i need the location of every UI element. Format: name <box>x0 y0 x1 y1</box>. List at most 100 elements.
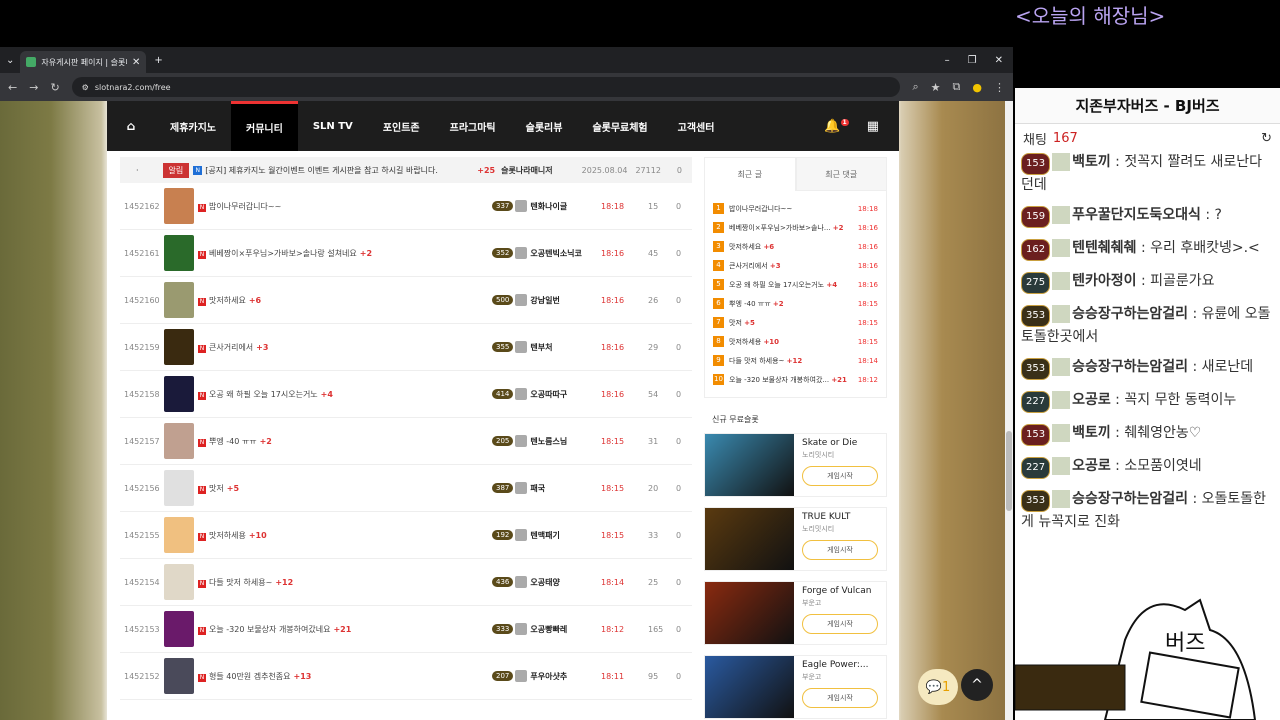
chat-nickname[interactable]: 백토끼 <box>1072 425 1111 441</box>
post-title[interactable]: N 베베짱이×푸우님>가바보>솔나랑 설쳐네요 +2 <box>194 248 484 259</box>
nav-item-partner-casino[interactable]: 제휴카지노 <box>155 101 231 151</box>
game-thumbnail[interactable] <box>705 582 794 644</box>
post-row[interactable]: 1452160 N 맛저하세요 +6 500 강남일번 18:16 26 0 <box>120 277 692 324</box>
post-author[interactable]: 오공텐빅소닉코 <box>530 248 592 259</box>
new-tab-icon[interactable]: + <box>154 55 162 66</box>
close-window-icon[interactable]: ✕ <box>995 55 1003 66</box>
post-thumbnail[interactable] <box>164 470 194 506</box>
forward-icon[interactable]: → <box>29 81 38 94</box>
url-field[interactable]: ⚙ slotnara2.com/free <box>71 77 901 97</box>
game-thumbnail[interactable] <box>705 508 794 570</box>
post-thumbnail[interactable] <box>164 658 194 694</box>
notice-author[interactable]: 슬롯나라매니저 <box>501 165 553 176</box>
reload-icon[interactable]: ↻ <box>50 81 59 94</box>
post-thumbnail[interactable] <box>164 282 194 318</box>
post-author[interactable]: 텐노름스님 <box>530 436 592 447</box>
chat-nickname[interactable]: 승승장구하는암걸리 <box>1072 306 1188 322</box>
post-author[interactable]: 강남일번 <box>530 295 592 306</box>
post-row[interactable]: 1452161 N 베베짱이×푸우님>가바보>솔나랑 설쳐네요 +2 352 오공텐… <box>120 230 692 277</box>
minimize-icon[interactable]: – <box>945 55 950 66</box>
extensions-icon[interactable]: ⧉ <box>953 80 961 94</box>
game-start-button[interactable]: 게임시작 <box>802 466 878 486</box>
game-thumbnail[interactable] <box>705 434 794 496</box>
recent-post-item[interactable]: 9 다들 맛저 하세용~ +12 18:14 <box>713 351 878 370</box>
profile-icon[interactable]: ● <box>972 81 982 94</box>
post-author[interactable]: 푸우아샷추 <box>530 671 592 682</box>
chat-nickname[interactable]: 승승장구하는암걸리 <box>1072 359 1188 375</box>
post-title[interactable]: N 다들 맛저 하세용~ +12 <box>194 577 484 588</box>
grid-menu-icon[interactable]: ▦ <box>867 119 879 134</box>
post-author[interactable]: 텐부처 <box>530 342 592 353</box>
nav-item-point-zone[interactable]: 포인트존 <box>368 101 435 151</box>
nav-item-support[interactable]: 고객센터 <box>663 101 730 151</box>
nav-item-sln-tv[interactable]: SLN TV <box>298 101 368 151</box>
post-title[interactable]: N 형들 40만원 겜추천좀요 +13 <box>194 671 484 682</box>
site-info-icon[interactable]: ⚙ <box>82 83 89 92</box>
game-start-button[interactable]: 게임시작 <box>802 688 878 708</box>
notice-title[interactable]: [공지] 제휴카지노 월간이벤트 이벤트 게시판을 참고 하시길 바랍니다. <box>205 165 473 176</box>
post-row[interactable]: 1452156 N 맛저 +5 387 패국 18:15 20 0 <box>120 465 692 512</box>
bell-icon[interactable]: 🔔 1 <box>824 119 849 134</box>
close-tab-icon[interactable]: ✕ <box>132 57 140 68</box>
post-thumbnail[interactable] <box>164 517 194 553</box>
post-row[interactable]: 1452152 N 형들 40만원 겜추천좀요 +13 207 푸우아샷추 18:1… <box>120 653 692 700</box>
post-thumbnail[interactable] <box>164 235 194 271</box>
zoom-icon[interactable]: ⌕ <box>912 80 918 94</box>
menu-dots-icon[interactable]: ⋮ <box>994 81 1005 94</box>
recent-post-item[interactable]: 4 큰사거리에서 +3 18:16 <box>713 256 878 275</box>
post-title[interactable]: N 맛저하세요 +6 <box>194 295 484 306</box>
post-row[interactable]: 1452157 N 뿌엥 -40 ㅠㅠ +2 205 텐노름스님 18:15 31 … <box>120 418 692 465</box>
recent-post-item[interactable]: 2 베베짱이×푸우님>가바보>솔나... +2 18:16 <box>713 218 878 237</box>
scroll-top-button[interactable]: ^ <box>961 669 993 701</box>
post-thumbnail[interactable] <box>164 329 194 365</box>
post-author[interactable]: 오공따따구 <box>530 389 592 400</box>
post-thumbnail[interactable] <box>164 564 194 600</box>
post-title[interactable]: N 맛저하세용 +10 <box>194 530 484 541</box>
recent-post-item[interactable]: 10 오늘 -320 보물상자 개봉하여갔... +21 18:12 <box>713 370 878 389</box>
chat-nickname[interactable]: 오공로 <box>1072 458 1111 474</box>
browser-tab[interactable]: 자유게시판 페이지 | 슬롯나라 ✕ <box>20 51 147 73</box>
chat-nickname[interactable]: 승승장구하는암걸리 <box>1072 491 1188 507</box>
tab-recent-comments[interactable]: 최근 댓글 <box>795 157 887 191</box>
post-title[interactable]: N 맛저 +5 <box>194 483 484 494</box>
post-title[interactable]: N 밥이나무러갑니다~~ <box>194 201 484 212</box>
refresh-icon[interactable]: ↻ <box>1261 131 1272 146</box>
chat-float-button[interactable]: 💬 1 <box>918 669 958 705</box>
post-title[interactable]: N 큰사거리에서 +3 <box>194 342 484 353</box>
nav-item-slot-review[interactable]: 슬롯리뷰 <box>511 101 578 151</box>
recent-post-item[interactable]: 5 오공 왜 하필 오늘 17시오는거노 +4 18:16 <box>713 275 878 294</box>
notice-row[interactable]: · 알림 N [공지] 제휴카지노 월간이벤트 이벤트 게시판을 참고 하시길 … <box>120 157 692 183</box>
post-thumbnail[interactable] <box>164 376 194 412</box>
chat-nickname[interactable]: 푸우꿀단지도둑오대식 <box>1072 207 1201 223</box>
post-title[interactable]: N 오공 왜 하필 오늘 17시오는거노 +4 <box>194 389 484 400</box>
nav-item-community[interactable]: 커뮤니티 <box>231 101 298 151</box>
post-thumbnail[interactable] <box>164 423 194 459</box>
post-row[interactable]: 1452158 N 오공 왜 하필 오늘 17시오는거노 +4 414 오공따따구 … <box>120 371 692 418</box>
post-row[interactable]: 1452155 N 맛저하세용 +10 192 텐맥패기 18:15 33 0 <box>120 512 692 559</box>
game-start-button[interactable]: 게임시작 <box>802 540 878 560</box>
game-start-button[interactable]: 게임시작 <box>802 614 878 634</box>
post-row[interactable]: 1452154 N 다들 맛저 하세용~ +12 436 오공태양 18:14 25… <box>120 559 692 606</box>
maximize-icon[interactable]: ❐ <box>968 55 977 66</box>
post-author[interactable]: 오공태양 <box>530 577 592 588</box>
recent-post-item[interactable]: 8 맛저하세용 +10 18:15 <box>713 332 878 351</box>
post-thumbnail[interactable] <box>164 188 194 224</box>
post-row[interactable]: 1452162 N 밥이나무러갑니다~~ 337 텐화나이글 18:18 15 0 <box>120 183 692 230</box>
post-author[interactable]: 패국 <box>530 483 592 494</box>
back-icon[interactable]: ← <box>8 81 17 94</box>
post-thumbnail[interactable] <box>164 611 194 647</box>
page-scrollbar[interactable] <box>1005 101 1013 720</box>
chat-nickname[interactable]: 오공로 <box>1072 392 1111 408</box>
tab-recent-posts[interactable]: 최근 글 <box>704 157 796 191</box>
recent-post-item[interactable]: 1 밥이나무러갑니다~~ 18:18 <box>713 199 878 218</box>
nav-item-pragmatic[interactable]: 프라그마틱 <box>435 101 511 151</box>
post-row[interactable]: 1452153 N 오늘 -320 보물상자 개봉하여갔네요 +21 333 오공빵… <box>120 606 692 653</box>
recent-post-item[interactable]: 6 뿌엥 -40 ㅠㅠ +2 18:15 <box>713 294 878 313</box>
nav-item-free-slot[interactable]: 슬롯무료체험 <box>577 101 662 151</box>
post-title[interactable]: N 오늘 -320 보물상자 개봉하여갔네요 +21 <box>194 624 484 635</box>
scroll-thumb[interactable] <box>1006 431 1012 511</box>
post-author[interactable]: 오공빵빠레 <box>530 624 592 635</box>
tab-search-icon[interactable]: ⌄ <box>6 55 14 66</box>
chat-nickname[interactable]: 텐텐췌췌췌 <box>1072 240 1136 256</box>
chat-nickname[interactable]: 백토끼 <box>1072 154 1111 170</box>
